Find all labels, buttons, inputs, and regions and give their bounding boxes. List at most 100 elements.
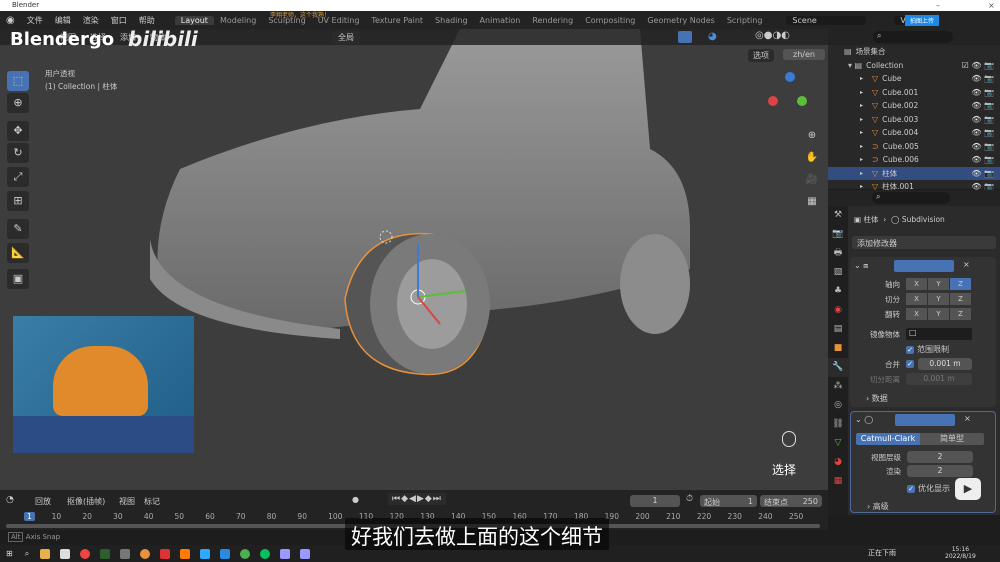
- add-cube-tool-icon[interactable]: ▣: [7, 269, 29, 289]
- tab-compositing[interactable]: Compositing: [579, 16, 641, 25]
- measure-tool-icon[interactable]: 📐: [7, 243, 29, 263]
- world-tab-icon[interactable]: ◉: [828, 301, 848, 320]
- gizmo-toggle-icon[interactable]: [678, 31, 692, 43]
- chrome-icon[interactable]: [80, 548, 91, 559]
- upload-badge[interactable]: 拍图上传: [905, 14, 940, 26]
- scene-tab-icon[interactable]: ♣: [828, 282, 848, 301]
- physics-tab-icon[interactable]: ◎: [828, 396, 848, 415]
- scale-tool-icon[interactable]: ⤢: [7, 167, 29, 187]
- menu-keying[interactable]: 抠像(插帧): [67, 496, 105, 507]
- particles-tab-icon[interactable]: ⁂: [828, 377, 848, 396]
- editor-type-icon[interactable]: ◔: [6, 495, 14, 505]
- outliner-item[interactable]: ▸ ▽ Cube.001 👁 📷: [828, 86, 1000, 100]
- search-icon[interactable]: ⌕: [25, 549, 29, 559]
- advanced-subpanel[interactable]: › 高级: [867, 501, 889, 512]
- texture-tab-icon[interactable]: ▦: [828, 472, 848, 491]
- catmull-clark-button[interactable]: Catmull-Clark: [856, 433, 920, 445]
- flip-toggles[interactable]: XYZ: [906, 308, 971, 320]
- visibility-icon[interactable]: 👁 📷: [971, 101, 994, 110]
- remove-modifier-button[interactable]: ×: [963, 260, 970, 269]
- transform-tool-icon[interactable]: ⊞: [7, 191, 29, 211]
- remove-modifier-button[interactable]: ×: [964, 414, 971, 423]
- visibility-icon[interactable]: 👁 📷: [971, 155, 994, 164]
- tab-geometry-nodes[interactable]: Geometry Nodes: [641, 16, 720, 25]
- visibility-icon[interactable]: 👁 📷: [971, 115, 994, 124]
- start-frame-field[interactable]: 起始 1: [700, 495, 757, 507]
- minimize-button[interactable]: –: [936, 0, 940, 11]
- outliner-item[interactable]: ▸ ⊃ Cube.006 👁 📷: [828, 153, 1000, 167]
- pycharm-icon[interactable]: [100, 548, 111, 559]
- object-tab-icon[interactable]: ■: [828, 339, 848, 358]
- bisect-distance-field[interactable]: 0.001 m: [906, 373, 972, 385]
- blender-logo-icon[interactable]: ◉: [0, 15, 21, 26]
- current-frame-field[interactable]: 1: [630, 495, 680, 507]
- merge-distance-field[interactable]: 0.001 m: [918, 358, 972, 370]
- menu-playback[interactable]: 回放: [35, 496, 51, 507]
- visibility-icon[interactable]: 👁 📷: [971, 142, 994, 151]
- app-icon[interactable]: [120, 548, 131, 559]
- constraints-tab-icon[interactable]: ⛓: [828, 415, 848, 434]
- visibility-icon[interactable]: ☑ 👁 📷: [962, 61, 994, 70]
- render-levels-field[interactable]: 2: [907, 465, 973, 477]
- menu-view[interactable]: 视图: [119, 496, 135, 507]
- modifier-toggle-icons[interactable]: [895, 414, 955, 426]
- output-tab-icon[interactable]: 🖶: [828, 244, 848, 263]
- navigation-icons[interactable]: ⊕ ✋ 🎥 ▦: [804, 125, 820, 213]
- mirror-object-field[interactable]: □: [906, 328, 972, 340]
- cursor-tool-icon[interactable]: ⊕: [7, 93, 29, 113]
- simple-button[interactable]: 简单型: [920, 433, 984, 445]
- 3d-viewport[interactable]: 视图 选择 添加 物体 全局 ◕ ◎●◑◐ Blendergo bilibili…: [0, 29, 828, 490]
- collection-tab-icon[interactable]: ▤: [828, 320, 848, 339]
- outliner-item[interactable]: ▸ ▽ Cube.003 👁 📷: [828, 113, 1000, 127]
- clipping-checkbox[interactable]: ✓ 范围限制: [906, 344, 949, 355]
- tab-layout[interactable]: Layout: [174, 15, 214, 25]
- visibility-icon[interactable]: 👁 📷: [971, 169, 994, 178]
- explorer-icon[interactable]: [40, 548, 51, 559]
- move-tool-icon[interactable]: ✥: [7, 121, 29, 141]
- outliner-item[interactable]: ▸ ⊃ Cube.005 👁 📷: [828, 140, 1000, 154]
- shading-modes-icon[interactable]: ◎●◑◐: [755, 30, 790, 41]
- premiere-icon[interactable]: [280, 548, 291, 559]
- viewport-levels-field[interactable]: 2: [907, 451, 973, 463]
- close-button[interactable]: ×: [988, 0, 995, 11]
- data-subpanel[interactable]: › 数据: [866, 393, 888, 404]
- visibility-icon[interactable]: 👁 📷: [971, 128, 994, 137]
- menu-window[interactable]: 窗口: [105, 15, 133, 26]
- outliner-item[interactable]: ▸ ▽ Cube.002 👁 📷: [828, 99, 1000, 113]
- playback-controls[interactable]: ⏮◆◀▶◆⏭: [388, 493, 446, 505]
- scene-selector[interactable]: Scene: [786, 15, 867, 25]
- outliner-item[interactable]: ▸ ▽ Cube.004 👁 📷: [828, 126, 1000, 140]
- scene-collection-row[interactable]: ▤ 场景集合: [828, 45, 1000, 59]
- mirror-modifier-icon[interactable]: ⌄ ⧈: [854, 261, 868, 271]
- app-icon[interactable]: [240, 548, 251, 559]
- menu-marker[interactable]: 标记: [144, 496, 160, 507]
- start-icon[interactable]: ⊞: [6, 549, 13, 558]
- outliner-item[interactable]: ▸ ▽ 柱体 👁 📷: [828, 166, 1000, 180]
- material-tab-icon[interactable]: ◕: [828, 453, 848, 472]
- illustrator-icon[interactable]: [180, 548, 191, 559]
- optimal-display-checkbox[interactable]: ✓ 优化显示: [907, 483, 950, 494]
- ime-status[interactable]: 正在下雨: [868, 548, 896, 558]
- app-icon[interactable]: [160, 548, 171, 559]
- overlay-icon[interactable]: ◕: [708, 31, 717, 42]
- notepad-icon[interactable]: [60, 548, 71, 559]
- outliner-search-icon[interactable]: ⌕: [873, 31, 953, 43]
- menu-help[interactable]: 帮助: [133, 15, 161, 26]
- app-icon[interactable]: [220, 548, 231, 559]
- wechat-icon[interactable]: [260, 548, 271, 559]
- add-modifier-dropdown[interactable]: 添加修改器: [852, 236, 996, 249]
- tool-tab-icon[interactable]: ⚒: [828, 206, 848, 225]
- tab-scripting[interactable]: Scripting: [721, 16, 769, 25]
- tab-rendering[interactable]: Rendering: [526, 16, 579, 25]
- after-effects-icon[interactable]: [300, 548, 311, 559]
- annotate-tool-icon[interactable]: ✎: [7, 219, 29, 239]
- render-tab-icon[interactable]: 📷: [828, 225, 848, 244]
- visibility-icon[interactable]: 👁 📷: [971, 74, 994, 83]
- subdivision-modifier-icon[interactable]: ⌄ ◯: [855, 415, 873, 424]
- properties-search-icon[interactable]: ⌕: [872, 192, 950, 204]
- tab-modeling[interactable]: Modeling: [214, 16, 262, 25]
- merge-checkbox[interactable]: ✓: [906, 360, 914, 368]
- rotate-tool-icon[interactable]: ↻: [7, 143, 29, 163]
- tab-shading[interactable]: Shading: [429, 16, 474, 25]
- outliner-item[interactable]: ▸ ▽ Cube 👁 📷: [828, 72, 1000, 86]
